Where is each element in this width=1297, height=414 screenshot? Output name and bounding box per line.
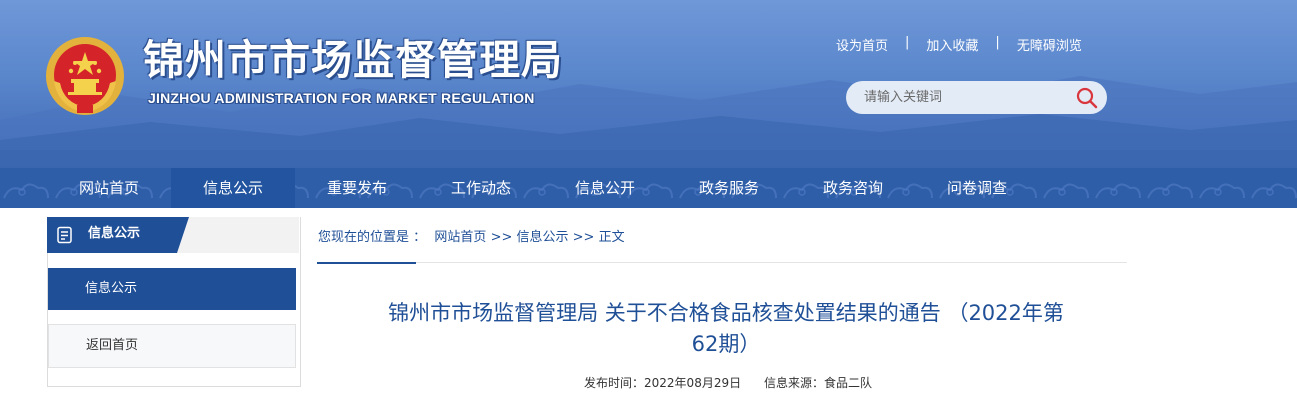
sidebar-item-label: 信息公示 (85, 281, 138, 296)
site-subtitle: JINZHOU ADMINISTRATION FOR MARKET REGULA… (148, 90, 535, 106)
article-title: 锦州市市场监督管理局 关于不合格食品核查处置结果的通告 （2022年第 62期） (360, 298, 1092, 360)
accessibility-link[interactable]: 无障碍浏览 (1017, 35, 1082, 54)
article-title-line1: 锦州市市场监督管理局 关于不合格食品核查处置结果的通告 （2022年第 (388, 301, 1064, 325)
search-box (846, 81, 1107, 114)
breadcrumb-home[interactable]: 网站首页 (434, 229, 486, 247)
nav-list: 网站首页 信息公示 重要发布 工作动态 信息公开 政务服务 政务咨询 问卷调查 (47, 168, 1039, 208)
breadcrumb-current: 正文 (598, 230, 625, 245)
header-banner: 锦州市市场监督管理局 JINZHOU ADMINISTRATION FOR MA… (0, 0, 1297, 168)
link-separator: | (905, 35, 910, 50)
breadcrumb-divider (317, 262, 1127, 263)
search-input[interactable] (864, 87, 1064, 108)
nav-item-info-notice[interactable]: 信息公示 (171, 168, 295, 208)
sidebar-item-label: 返回首页 (86, 338, 139, 353)
breadcrumb-divider-accent (317, 262, 416, 264)
search-icon[interactable] (1075, 86, 1099, 110)
breadcrumb-info-notice[interactable]: 信息公示 (517, 229, 569, 247)
sidebar-header-tip (177, 217, 189, 253)
nav-item-consult[interactable]: 政务咨询 (791, 168, 915, 208)
nav-item-services[interactable]: 政务服务 (667, 168, 791, 208)
nav-item-news[interactable]: 工作动态 (419, 168, 543, 208)
article-title-line2: 62期） (691, 332, 761, 356)
source-value: 食品二队 (824, 376, 873, 390)
sidebar-title: 信息公示 (88, 226, 141, 241)
breadcrumb-separator: >> (490, 230, 513, 245)
breadcrumb-separator: >> (572, 230, 595, 245)
nav-item-survey[interactable]: 问卷调查 (915, 168, 1039, 208)
source-label: 信息来源： (764, 376, 825, 390)
mountain-background (0, 76, 1297, 168)
sidebar-item-back-home[interactable]: 返回首页 (48, 324, 296, 368)
document-list-icon (57, 226, 72, 244)
breadcrumb-prefix: 您现在的位置是 ： (318, 230, 427, 245)
nav-item-releases[interactable]: 重要发布 (295, 168, 419, 208)
top-links: 设为首页 | 加入收藏 | 无障碍浏览 (836, 35, 1082, 55)
article-meta: 发布时间：2022年08月29日 信息来源：食品二队 (584, 374, 872, 392)
publish-label: 发布时间： (584, 376, 645, 390)
link-separator: | (995, 35, 1000, 50)
breadcrumb: 您现在的位置是 ： 网站首页 >> 信息公示 >> 正文 (318, 229, 625, 247)
national-emblem-icon (46, 37, 124, 115)
sidebar-header: 信息公示 (47, 217, 299, 253)
nav-item-home[interactable]: 网站首页 (47, 168, 171, 208)
set-homepage-link[interactable]: 设为首页 (836, 35, 888, 54)
nav-item-open-info[interactable]: 信息公开 (543, 168, 667, 208)
main-nav: 网站首页 信息公示 重要发布 工作动态 信息公开 政务服务 政务咨询 问卷调查 (0, 168, 1297, 208)
sidebar-item-info-notice[interactable]: 信息公示 (48, 268, 296, 310)
add-favorite-link[interactable]: 加入收藏 (926, 35, 978, 54)
publish-date: 2022年08月29日 (644, 376, 742, 390)
site-title: 锦州市市场监督管理局 (143, 36, 563, 84)
